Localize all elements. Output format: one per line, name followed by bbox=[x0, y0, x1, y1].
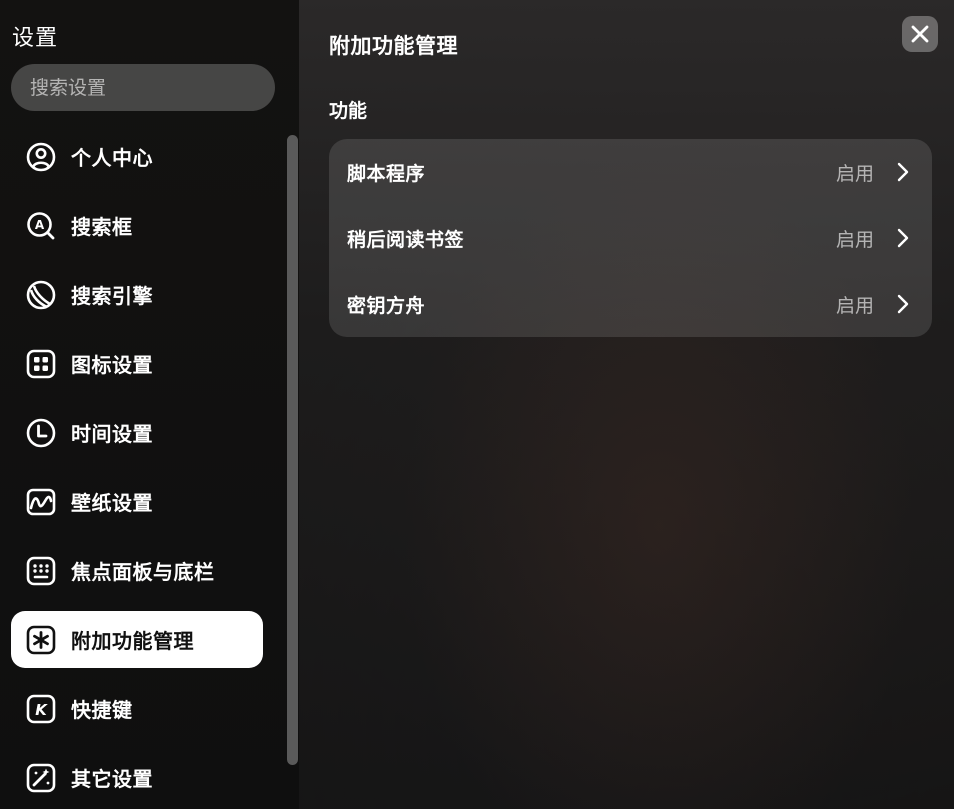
sidebar-item-label: 搜索框 bbox=[71, 215, 133, 239]
sidebar-scrollbar[interactable] bbox=[287, 135, 298, 765]
search-box-icon: A bbox=[25, 210, 57, 242]
clock-icon bbox=[25, 417, 57, 449]
feature-status: 启用 bbox=[835, 228, 874, 251]
sidebar-item-label: 附加功能管理 bbox=[71, 629, 194, 653]
sidebar-item-label: 壁纸设置 bbox=[71, 491, 153, 515]
section-title: 功能 bbox=[329, 100, 368, 122]
keyboard-icon bbox=[25, 555, 57, 587]
sidebar-item-shortcuts[interactable]: K 快捷键 bbox=[11, 680, 263, 737]
user-icon bbox=[25, 141, 57, 173]
svg-text:K: K bbox=[35, 701, 48, 719]
sidebar-item-label: 焦点面板与底栏 bbox=[71, 560, 215, 584]
sidebar: 设置 个人中心 A bbox=[0, 0, 299, 809]
sidebar-item-personal-center[interactable]: 个人中心 bbox=[11, 128, 263, 185]
feature-status: 启用 bbox=[835, 162, 874, 185]
sidebar-item-label: 时间设置 bbox=[71, 422, 153, 446]
search-input[interactable] bbox=[11, 63, 275, 112]
sidebar-item-wallpaper-settings[interactable]: 壁纸设置 bbox=[11, 473, 263, 530]
chevron-right-icon bbox=[897, 162, 909, 182]
sidebar-item-label: 其它设置 bbox=[71, 767, 153, 791]
sidebar-item-focus-panel-dock[interactable]: 焦点面板与底栏 bbox=[11, 542, 263, 599]
feature-row-script[interactable]: 脚本程序 启用 bbox=[329, 139, 932, 205]
sidebar-item-label: 快捷键 bbox=[71, 698, 133, 722]
feature-status: 启用 bbox=[835, 294, 874, 317]
page-title: 附加功能管理 bbox=[329, 34, 458, 58]
magic-wand-icon bbox=[25, 762, 57, 794]
chevron-right-icon bbox=[897, 294, 909, 314]
close-icon bbox=[911, 25, 929, 43]
icon-settings-icon bbox=[25, 348, 57, 380]
close-button[interactable] bbox=[902, 16, 938, 52]
sidebar-item-search-engine[interactable]: 搜索引擎 bbox=[11, 266, 263, 323]
sidebar-item-time-settings[interactable]: 时间设置 bbox=[11, 404, 263, 461]
feature-row-key-ark[interactable]: 密钥方舟 启用 bbox=[329, 271, 932, 337]
feature-name: 稍后阅读书签 bbox=[347, 228, 465, 251]
sidebar-item-search-box[interactable]: A 搜索框 bbox=[11, 197, 263, 254]
sidebar-item-label: 图标设置 bbox=[71, 353, 153, 377]
feature-name: 脚本程序 bbox=[347, 162, 426, 185]
shortcut-icon: K bbox=[25, 693, 57, 725]
feature-list: 脚本程序 启用 稍后阅读书签 启用 密钥方舟 启用 bbox=[329, 139, 932, 337]
svg-text:A: A bbox=[35, 218, 45, 232]
sidebar-item-icon-settings[interactable]: 图标设置 bbox=[11, 335, 263, 392]
sidebar-nav: 个人中心 A 搜索框 搜索引擎 图标设置 时间设置 壁纸设置 焦点面板与底栏 附… bbox=[11, 128, 263, 809]
wallpaper-icon bbox=[25, 486, 57, 518]
sidebar-item-other-settings[interactable]: 其它设置 bbox=[11, 749, 263, 806]
main-panel bbox=[299, 0, 954, 809]
sidebar-item-label: 搜索引擎 bbox=[71, 284, 153, 308]
feature-name: 密钥方舟 bbox=[347, 294, 426, 317]
search-box[interactable] bbox=[11, 63, 275, 112]
sidebar-title: 设置 bbox=[12, 26, 59, 51]
feature-row-read-later[interactable]: 稍后阅读书签 启用 bbox=[329, 205, 932, 271]
search-engine-icon bbox=[25, 279, 57, 311]
sidebar-item-label: 个人中心 bbox=[71, 146, 153, 170]
addon-icon bbox=[25, 624, 57, 656]
sidebar-item-addon-management[interactable]: 附加功能管理 bbox=[11, 611, 263, 668]
chevron-right-icon bbox=[897, 228, 909, 248]
